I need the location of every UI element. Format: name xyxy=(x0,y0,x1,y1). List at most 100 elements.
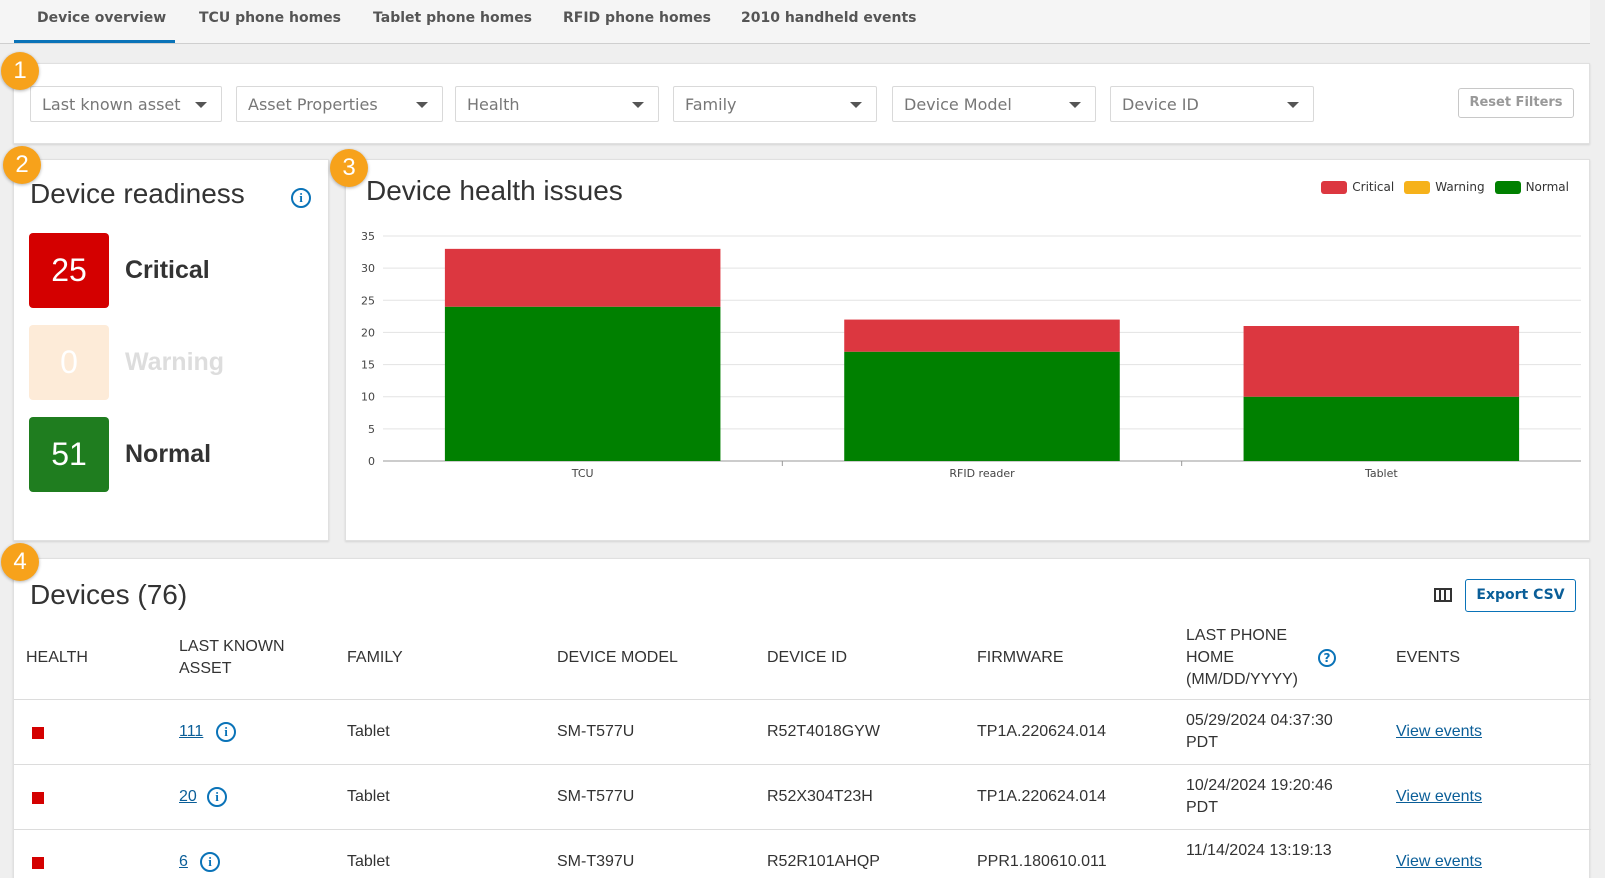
callout-badge: 3 xyxy=(330,149,368,187)
y-tick-label: 0 xyxy=(368,455,375,468)
health-critical-indicator xyxy=(32,792,44,804)
filter-asset-properties[interactable]: Asset Properties xyxy=(236,86,443,122)
y-tick-label: 20 xyxy=(361,326,375,339)
filter-health[interactable]: Health xyxy=(455,86,659,122)
table-row: 20 i Tablet SM-T577U R52X304T23H TP1A.22… xyxy=(14,764,1591,829)
info-icon[interactable]: i xyxy=(216,722,236,742)
tab-rfid-phone-homes[interactable]: RFID phone homes xyxy=(563,10,711,26)
health-bar-chart: 0 5 10 15 20 25 30 35 TCU RFID reader Tablet xyxy=(361,230,1581,480)
y-tick-label: 15 xyxy=(361,359,375,372)
filter-label: Last known asset xyxy=(42,95,181,114)
asset-link[interactable]: 111 xyxy=(179,721,203,743)
active-tab-indicator xyxy=(14,40,175,43)
y-tick-label: 30 xyxy=(361,262,375,275)
y-tick-label: 5 xyxy=(368,423,375,436)
view-events-link[interactable]: View events xyxy=(1396,851,1482,873)
caret-down-icon xyxy=(1069,102,1081,108)
header-last-phone-home[interactable]: LAST PHONE HOME (MM/DD/YYYY) xyxy=(1186,625,1316,691)
asset-link[interactable]: 20 xyxy=(179,786,197,808)
filter-family[interactable]: Family xyxy=(673,86,877,122)
last-phone-home-cell: 05/29/2024 04:37:30 PDT xyxy=(1186,712,1333,751)
normal-count[interactable]: 51 xyxy=(29,417,109,492)
filter-label: Device ID xyxy=(1122,95,1199,114)
header-family[interactable]: FAMILY xyxy=(347,647,403,669)
tab-device-overview[interactable]: Device overview xyxy=(37,10,166,26)
info-icon[interactable]: i xyxy=(200,852,220,872)
critical-label: Critical xyxy=(125,256,210,284)
header-device-id[interactable]: DEVICE ID xyxy=(767,647,847,669)
readiness-title: Device readiness xyxy=(30,178,245,209)
bar-critical[interactable] xyxy=(1243,326,1520,397)
callout-badge: 4 xyxy=(1,543,39,581)
device-id-cell: R52R101AHQP xyxy=(767,853,880,870)
caret-down-icon xyxy=(632,102,644,108)
header-last-known-asset[interactable]: LAST KNOWN ASSET xyxy=(179,636,299,680)
filter-device-id[interactable]: Device ID xyxy=(1110,86,1314,122)
last-phone-home-cell: 11/14/2024 13:19:13 xyxy=(1186,842,1332,859)
tab-handheld-events[interactable]: 2010 handheld events xyxy=(741,10,917,26)
tab-tcu-phone-homes[interactable]: TCU phone homes xyxy=(199,10,341,26)
caret-down-icon xyxy=(195,102,207,108)
header-events[interactable]: EVENTS xyxy=(1396,647,1460,669)
tab-bar: Device overview TCU phone homes Tablet p… xyxy=(0,0,1590,44)
device-id-cell: R52T4018GYW xyxy=(767,723,880,740)
view-events-link[interactable]: View events xyxy=(1396,721,1482,743)
caret-down-icon xyxy=(850,102,862,108)
asset-link[interactable]: 6 xyxy=(179,851,188,873)
bar-critical[interactable] xyxy=(844,319,1120,352)
firmware-cell: TP1A.220624.014 xyxy=(977,788,1106,805)
header-device-model[interactable]: DEVICE MODEL xyxy=(557,647,678,669)
device-id-cell: R52X304T23H xyxy=(767,788,873,805)
family-cell: Tablet xyxy=(347,788,390,805)
y-tick-label: 35 xyxy=(361,230,375,243)
critical-count[interactable]: 25 xyxy=(29,233,109,308)
device-model-cell: SM-T397U xyxy=(557,853,635,870)
health-critical-indicator xyxy=(32,727,44,739)
bar-normal[interactable] xyxy=(1243,396,1520,461)
bar-normal[interactable] xyxy=(844,351,1120,461)
filter-label: Asset Properties xyxy=(248,95,378,114)
view-events-link[interactable]: View events xyxy=(1396,786,1482,808)
reset-filters-button[interactable]: Reset Filters xyxy=(1458,88,1574,118)
caret-down-icon xyxy=(1287,102,1299,108)
table-row: 111 i Tablet SM-T577U R52T4018GYW TP1A.2… xyxy=(14,699,1591,764)
warning-count[interactable]: 0 xyxy=(29,325,109,400)
callout-badge: 1 xyxy=(1,52,39,90)
normal-label: Normal xyxy=(125,440,212,468)
firmware-cell: TP1A.220624.014 xyxy=(977,723,1106,740)
x-tick-label: RFID reader xyxy=(949,467,1015,480)
filter-last-known-asset[interactable]: Last known asset xyxy=(30,86,222,122)
info-icon[interactable]: i xyxy=(291,188,311,208)
caret-down-icon xyxy=(416,102,428,108)
bar-normal[interactable] xyxy=(444,306,721,461)
firmware-cell: PPR1.180610.011 xyxy=(977,853,1107,870)
header-firmware[interactable]: FIRMWARE xyxy=(977,647,1064,669)
header-health[interactable]: HEALTH xyxy=(26,647,88,669)
x-tick-label: TCU xyxy=(571,467,594,480)
info-icon[interactable]: i xyxy=(207,787,227,807)
filter-device-model[interactable]: Device Model xyxy=(892,86,1096,122)
warning-label: Warning xyxy=(125,348,225,376)
devices-card: Devices (76) Export CSV HEALTH LAST KNOW… xyxy=(13,558,1591,878)
filters-panel: Last known asset Asset Properties Health… xyxy=(13,63,1590,144)
health-critical-indicator xyxy=(32,857,44,869)
bar-critical[interactable] xyxy=(444,248,721,307)
device-model-cell: SM-T577U xyxy=(557,788,635,805)
callout-badge: 2 xyxy=(3,146,41,184)
help-icon[interactable]: ? xyxy=(1318,649,1336,667)
filter-label: Family xyxy=(685,95,737,114)
filter-label: Health xyxy=(467,95,520,114)
y-tick-label: 25 xyxy=(361,294,375,307)
filter-label: Device Model xyxy=(904,95,1012,114)
export-csv-button[interactable]: Export CSV xyxy=(1465,579,1576,612)
columns-icon[interactable] xyxy=(1434,588,1452,602)
table-row: 6 i Tablet SM-T397U R52R101AHQP PPR1.180… xyxy=(14,829,1591,878)
tab-tablet-phone-homes[interactable]: Tablet phone homes xyxy=(373,10,532,26)
device-model-cell: SM-T577U xyxy=(557,723,635,740)
last-phone-home-cell: 10/24/2024 19:20:46 PDT xyxy=(1186,777,1333,816)
x-tick-label: Tablet xyxy=(1364,467,1398,480)
family-cell: Tablet xyxy=(347,723,390,740)
devices-title: Devices (76) xyxy=(30,579,188,610)
family-cell: Tablet xyxy=(347,853,390,870)
device-readiness-card: Device readiness i 25 Critical 0 Warning… xyxy=(13,159,329,541)
